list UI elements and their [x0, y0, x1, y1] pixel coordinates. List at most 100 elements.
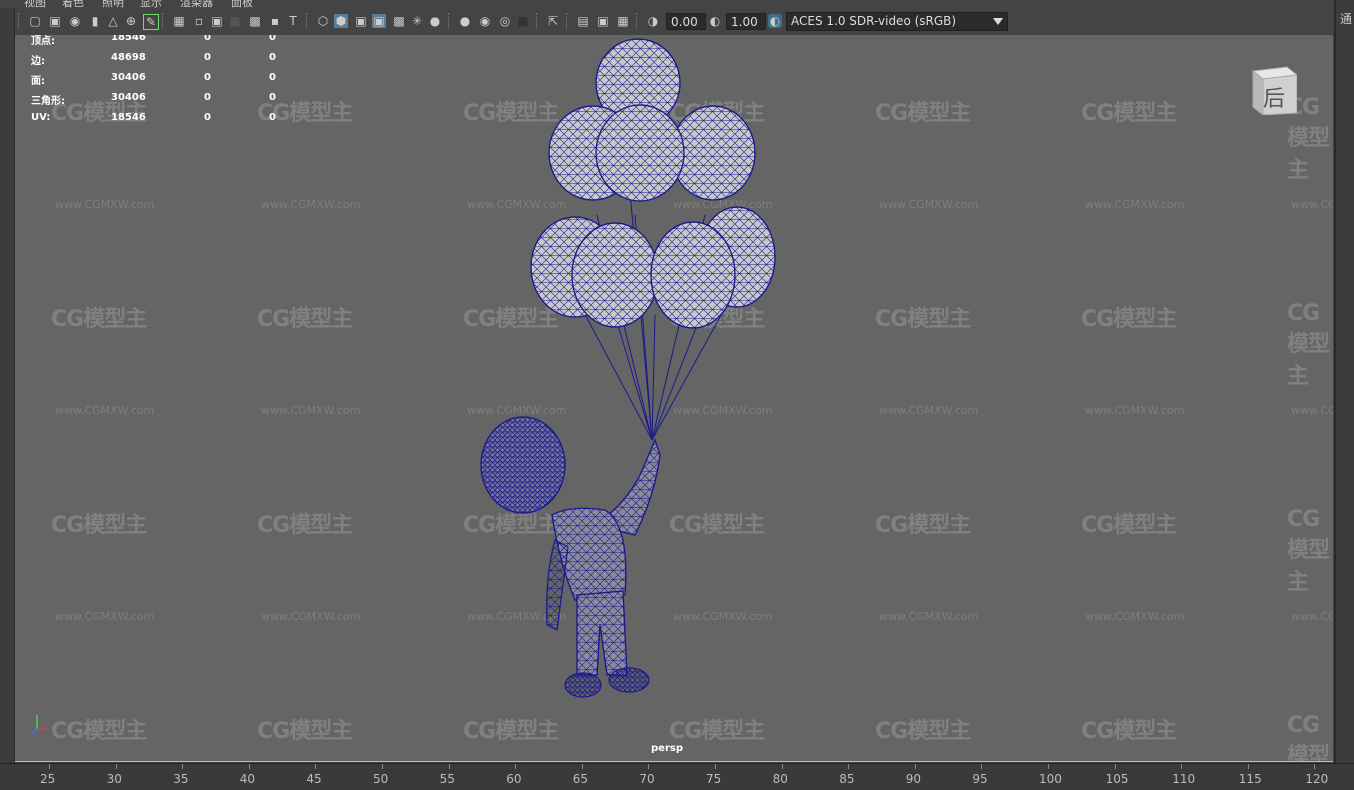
balloon — [595, 104, 685, 202]
time-slider-tick — [182, 764, 184, 769]
image-plane-icon[interactable]: △ — [106, 14, 120, 28]
time-slider-tick-label: 100 — [1039, 772, 1062, 786]
menu-panels[interactable]: 面板 — [231, 0, 253, 8]
time-slider-tick-label: 120 — [1305, 772, 1329, 786]
time-slider-tick-label: 115 — [1238, 772, 1262, 786]
boy-figure — [480, 416, 661, 698]
menu-renderer[interactable]: 渲染器 — [180, 0, 213, 8]
menu-view[interactable]: 视图 — [24, 0, 46, 8]
toolbar-separator — [636, 13, 639, 29]
time-slider-tick-label: 105 — [1105, 772, 1129, 786]
time-slider-tick-label: 25 — [40, 772, 56, 786]
time-slider[interactable]: 25 30 35 40 45 50 55 60 65 70 75 80 85 90 95 100 105 110 1… — [0, 763, 1354, 790]
toolbar-separator — [306, 13, 309, 29]
toolbar-separator — [162, 13, 165, 29]
time-slider-tick — [848, 764, 850, 769]
right-panel-label: 通 — [1340, 12, 1353, 26]
time-slider-tick-label: 30 — [106, 772, 122, 786]
time-slider-tick-label: 50 — [373, 772, 389, 786]
time-slider-tick — [448, 764, 450, 769]
motion-blur-icon[interactable]: ◉ — [478, 14, 492, 28]
2d-pan-zoom-icon[interactable]: ⊕ — [124, 14, 138, 28]
time-slider-tick — [581, 764, 583, 769]
balloon — [650, 221, 736, 329]
time-slider-tick — [981, 764, 983, 769]
time-slider-tick — [1314, 764, 1316, 769]
camera-select-icon[interactable]: ▢ — [28, 14, 42, 28]
lights-icon[interactable]: ✳ — [410, 14, 424, 28]
time-slider-tick — [382, 764, 383, 769]
balloons — [530, 38, 776, 329]
time-slider-tick-label: 90 — [905, 772, 922, 786]
time-slider-tick-label: 70 — [639, 772, 655, 786]
time-slider-tick — [648, 764, 650, 769]
field-chart-icon[interactable]: ▩ — [248, 14, 262, 28]
time-slider-tick-label: 110 — [1172, 772, 1196, 786]
wireframe-model[interactable] — [15, 35, 1333, 761]
toolbar-separator — [566, 13, 569, 29]
time-slider-tick — [1114, 764, 1116, 769]
exposure-field[interactable]: 0.00 — [666, 13, 706, 30]
color-space-value: ACES 1.0 SDR-video (sRGB) — [791, 14, 957, 28]
safe-title-icon[interactable]: T — [286, 14, 300, 28]
shadows-icon[interactable]: ● — [428, 14, 442, 28]
default-material-icon[interactable]: ▣ — [354, 14, 368, 28]
textured-icon[interactable]: ▩ — [392, 14, 406, 28]
time-slider-tick — [1247, 764, 1249, 769]
safe-action-icon[interactable]: ▪ — [268, 14, 282, 28]
time-slider-tick — [248, 764, 250, 769]
menu-bar: 视图 着色 照明 显示 渲染器 面板 — [0, 0, 1354, 8]
xray-joints-icon[interactable]: ▦ — [616, 14, 630, 28]
color-management-icon[interactable]: ◐ — [768, 14, 782, 28]
menu-shading[interactable]: 着色 — [62, 0, 84, 8]
grease-pencil-icon[interactable]: ✎ — [143, 14, 159, 30]
film-gate-icon[interactable]: ▫ — [192, 14, 206, 28]
depth-of-field-icon[interactable]: ■ — [516, 14, 530, 28]
chevron-down-icon — [993, 18, 1003, 25]
gamma-field[interactable]: 1.00 — [726, 13, 766, 30]
screen-space-ao-icon[interactable]: ● — [458, 14, 472, 28]
3d-viewport[interactable]: CG模型主 www.CGMXW.com CG模型主 www.CGMXW.com CG模型… — [15, 35, 1333, 762]
bookmark-icon[interactable]: ▮ — [88, 14, 102, 28]
xray-icon[interactable]: ▤ — [576, 14, 590, 28]
menu-lighting[interactable]: 照明 — [102, 0, 124, 8]
left-panel-strip — [0, 8, 15, 763]
view-cube-face-label: 后 — [1263, 87, 1286, 112]
xray-active-icon[interactable]: ▣ — [596, 14, 610, 28]
time-slider-tick-label: 85 — [839, 772, 855, 786]
toolbar-separator — [18, 13, 21, 29]
grid-icon[interactable]: ▦ — [172, 14, 186, 28]
camera-name-label: persp — [651, 743, 683, 754]
axis-gizmo — [31, 715, 49, 734]
time-slider-tick-label: 60 — [506, 772, 522, 786]
time-slider-tick-label: 45 — [306, 772, 322, 786]
time-slider-tick — [115, 764, 117, 769]
time-slider-tick-label: 55 — [439, 772, 455, 786]
time-slider-tick — [49, 764, 50, 769]
toolbar-separator — [448, 13, 451, 29]
wireframe-icon[interactable]: ⬡ — [316, 14, 330, 28]
time-slider-tick — [781, 764, 783, 769]
balloon — [571, 222, 659, 328]
isolate-select-icon[interactable]: ⇱ — [546, 14, 560, 28]
viewport-toolbar: ▢ ▣ ◉ ▮ △ ⊕ ✎ ▦ ▫ ▣ ■ ▩ ▪ T ⬡ ⬢ ▣ ▣ ▩ ✳ … — [16, 8, 1334, 36]
exposure-icon[interactable]: ◑ — [646, 14, 660, 28]
time-slider-tick — [715, 764, 716, 769]
anti-aliasing-icon[interactable]: ◎ — [498, 14, 512, 28]
time-slider-tick — [914, 764, 916, 769]
gamma-icon[interactable]: ◐ — [708, 14, 722, 28]
time-slider-tick-label: 95 — [972, 772, 988, 786]
time-slider-tick-label: 80 — [772, 772, 788, 786]
smooth-shade-icon[interactable]: ⬢ — [334, 14, 348, 28]
gate-mask-icon[interactable]: ■ — [228, 14, 242, 28]
wireframe-on-shaded-icon[interactable]: ▣ — [372, 14, 386, 28]
time-slider-tick-label: 75 — [706, 772, 722, 786]
menu-show[interactable]: 显示 — [140, 0, 162, 8]
camera-lock-icon[interactable]: ◉ — [68, 14, 82, 28]
color-space-dropdown[interactable]: ACES 1.0 SDR-video (sRGB) — [786, 12, 1008, 31]
right-panel-strip: 通 — [1334, 0, 1354, 763]
time-slider-tick-label: 65 — [572, 772, 589, 786]
resolution-gate-icon[interactable]: ▣ — [210, 14, 224, 28]
camera-attributes-icon[interactable]: ▣ — [48, 14, 62, 28]
time-slider-tick — [1181, 764, 1183, 769]
